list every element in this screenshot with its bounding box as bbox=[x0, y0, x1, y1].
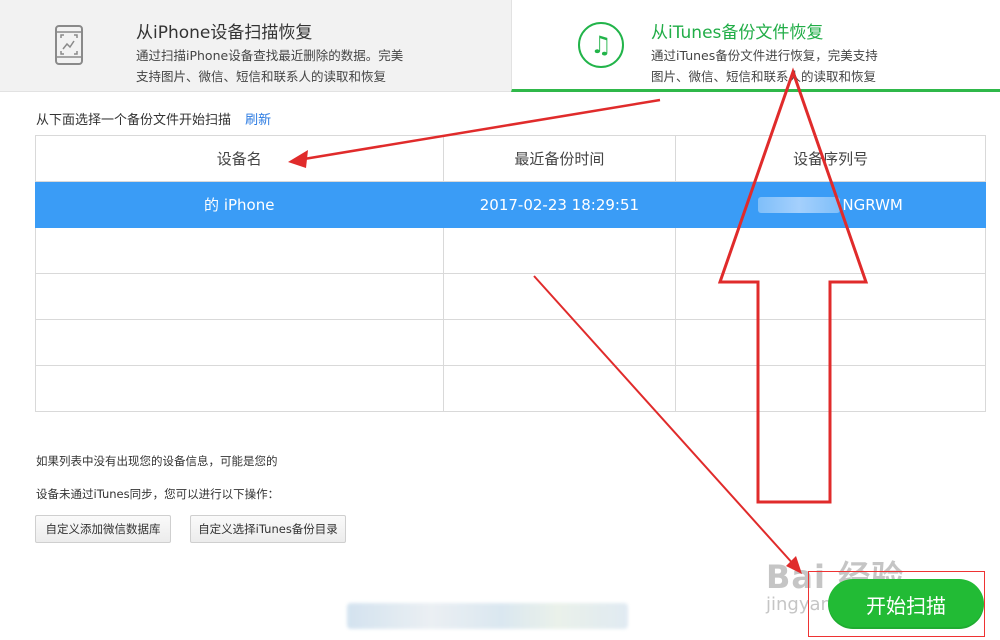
table-row[interactable] bbox=[35, 227, 986, 274]
backup-table: 设备名 最近备份时间 设备序列号 的 iPhone 2017-02-23 18:… bbox=[35, 135, 986, 412]
tab-desc-line: 支持图片、微信、短信和联系人的读取和恢复 bbox=[136, 69, 387, 84]
table-cell bbox=[675, 227, 986, 274]
table-cell bbox=[35, 273, 444, 320]
refresh-link[interactable]: 刷新 bbox=[245, 113, 271, 128]
tab-description: 通过iTunes备份文件进行恢复，完美支持 图片、微信、短信和联系人的读取和恢复 bbox=[651, 45, 878, 87]
table-cell bbox=[442, 273, 677, 320]
table-header-row: 设备名 最近备份时间 设备序列号 bbox=[35, 135, 986, 182]
table-cell bbox=[442, 227, 677, 274]
table-cell bbox=[35, 319, 444, 366]
start-scan-button[interactable]: 开始扫描 bbox=[828, 579, 984, 629]
table-cell bbox=[442, 365, 677, 412]
custom-wechat-db-button[interactable]: 自定义添加微信数据库 bbox=[35, 515, 171, 543]
table-cell bbox=[35, 365, 444, 412]
notice-line: 如果列表中没有出现您的设备信息，可能是您的 bbox=[36, 454, 278, 468]
table-cell bbox=[675, 273, 986, 320]
header-serial[interactable]: 设备序列号 bbox=[675, 135, 986, 182]
table-row[interactable]: 的 iPhone 2017-02-23 18:29:51 NGRWM bbox=[35, 181, 986, 228]
table-row[interactable] bbox=[35, 319, 986, 366]
table-cell bbox=[675, 365, 986, 412]
tab-desc-line: 通过扫描iPhone设备查找最近删除的数据。完美 bbox=[136, 48, 404, 63]
redacted-mask bbox=[758, 197, 841, 213]
blurred-banner bbox=[347, 603, 628, 629]
table-row[interactable] bbox=[35, 365, 986, 412]
table-cell bbox=[442, 319, 677, 366]
tab-desc-line: 通过iTunes备份文件进行恢复，完美支持 bbox=[651, 48, 878, 63]
table-cell bbox=[35, 227, 444, 274]
select-prompt-row: 从下面选择一个备份文件开始扫描 刷新 bbox=[36, 109, 271, 128]
notice-line: 设备未通过iTunes同步，您可以进行以下操作： bbox=[36, 487, 280, 501]
custom-itunes-dir-button[interactable]: 自定义选择iTunes备份目录 bbox=[190, 515, 346, 543]
tab-desc-line: 图片、微信、短信和联系人的读取和恢复 bbox=[651, 69, 877, 84]
table-row[interactable] bbox=[35, 273, 986, 320]
select-prompt: 从下面选择一个备份文件开始扫描 bbox=[36, 113, 232, 128]
cell-backup-time: 2017-02-23 18:29:51 bbox=[442, 181, 677, 228]
serial-value: NGRWM bbox=[842, 195, 903, 214]
header-backup-time[interactable]: 最近备份时间 bbox=[442, 135, 677, 182]
tab-description: 通过扫描iPhone设备查找最近删除的数据。完美 支持图片、微信、短信和联系人的… bbox=[136, 45, 403, 87]
cell-device-name: 的 iPhone bbox=[35, 181, 444, 228]
tab-title: 从iPhone设备扫描恢复 bbox=[136, 23, 313, 43]
source-tabs: 从iPhone设备扫描恢复 通过扫描iPhone设备查找最近删除的数据。完美 支… bbox=[0, 0, 1000, 92]
tab-scan-iphone[interactable]: 从iPhone设备扫描恢复 通过扫描iPhone设备查找最近删除的数据。完美 支… bbox=[0, 0, 511, 92]
header-device-name[interactable]: 设备名 bbox=[35, 135, 444, 182]
tab-title: 从iTunes备份文件恢复 bbox=[651, 23, 824, 43]
music-note-icon: ♫ bbox=[578, 22, 624, 68]
tab-itunes-backup[interactable]: ♫ 从iTunes备份文件恢复 通过iTunes备份文件进行恢复，完美支持 图片… bbox=[511, 0, 1000, 92]
table-cell bbox=[675, 319, 986, 366]
cell-serial: NGRWM bbox=[675, 181, 986, 228]
phone-scan-icon bbox=[46, 22, 92, 68]
